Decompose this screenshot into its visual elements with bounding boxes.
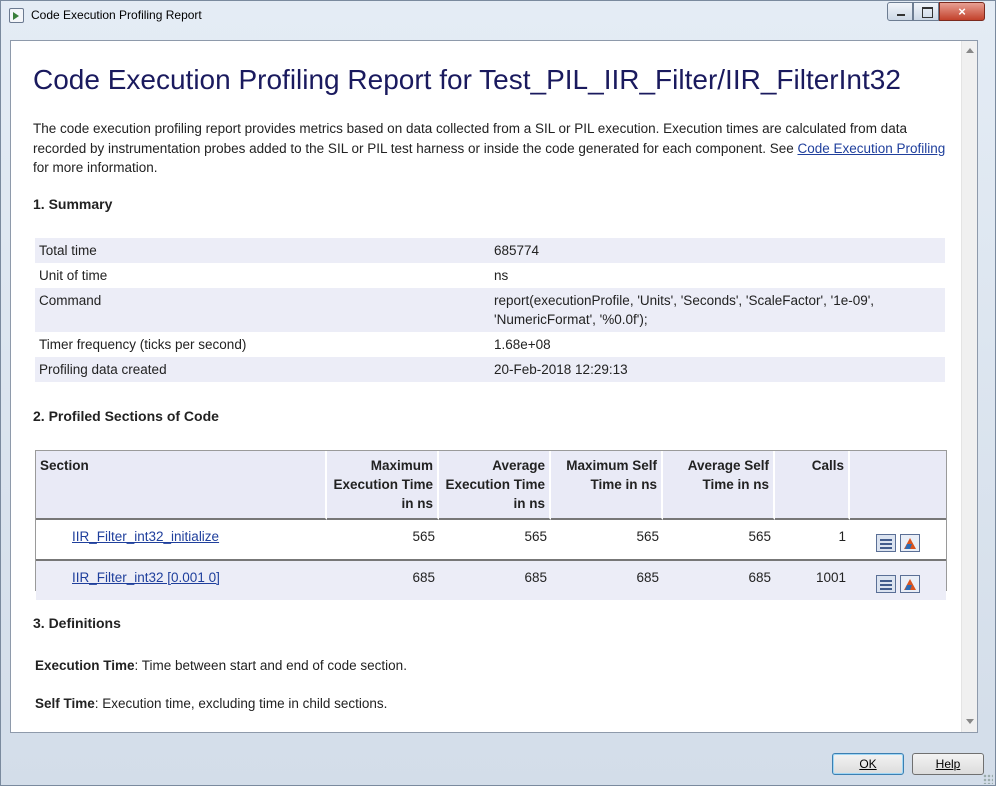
summary-row: Total time 685774 — [35, 238, 945, 263]
minimize-button[interactable] — [887, 2, 913, 21]
summary-value: 1.68e+08 — [494, 337, 551, 352]
summary-value: 20-Feb-2018 12:29:13 — [490, 357, 945, 382]
summary-value: ns — [494, 268, 509, 283]
avg-exec-time-cell: 685 — [439, 561, 551, 600]
help-button[interactable]: Help — [912, 753, 984, 775]
avg-self-time-cell: 565 — [663, 520, 775, 561]
definition-execution-time: Execution Time: Time between start and e… — [35, 658, 407, 673]
actions-cell — [850, 520, 946, 561]
intro-paragraph: The code execution profiling report prov… — [33, 119, 953, 178]
avg-self-time-cell: 685 — [663, 561, 775, 600]
code-execution-profiling-link[interactable]: Code Execution Profiling — [797, 141, 945, 156]
scroll-down-arrow-icon[interactable] — [966, 719, 974, 724]
matlab-command-icon[interactable] — [900, 534, 920, 552]
column-header-max-exec-time: Maximum Execution Time in ns — [327, 451, 439, 520]
summary-value: 685774 — [490, 238, 945, 263]
section-link[interactable]: IIR_Filter_int32 [0.001 0] — [72, 570, 220, 585]
summary-table: Total time 685774 Unit of time ns Comman… — [35, 238, 945, 382]
definition-term: Self Time — [35, 696, 95, 711]
column-header-section: Section — [36, 451, 327, 520]
summary-label: Timer frequency (ticks per second) — [39, 337, 247, 352]
table-row: IIR_Filter_int32 [0.001 0] 685 685 685 6… — [36, 561, 946, 600]
summary-row: Profiling data created 20-Feb-2018 12:29… — [35, 357, 945, 382]
report-window: Code Execution Profiling Report × Code E… — [0, 0, 996, 786]
summary-row: Unit of time ns — [35, 263, 945, 288]
definition-self-time: Self Time: Execution time, excluding tim… — [35, 696, 387, 711]
max-exec-time-cell: 685 — [327, 561, 439, 600]
app-icon — [9, 8, 24, 23]
report-panel: Code Execution Profiling Report for Test… — [10, 40, 978, 733]
section-link[interactable]: IIR_Filter_int32_initialize — [72, 529, 219, 544]
summary-label: Command — [35, 288, 490, 332]
max-self-time-cell: 685 — [551, 561, 663, 600]
matlab-command-icon[interactable] — [900, 575, 920, 593]
section-cell: IIR_Filter_int32_initialize — [36, 520, 327, 561]
close-button[interactable]: × — [939, 2, 985, 21]
title-bar: Code Execution Profiling Report × — [1, 1, 995, 31]
definition-text: : Execution time, excluding time in chil… — [94, 696, 388, 711]
resize-grip-icon[interactable] — [983, 774, 993, 784]
report-document: Code Execution Profiling Report for Test… — [11, 41, 961, 732]
column-header-avg-exec-time: Average Execution Time in ns — [439, 451, 551, 520]
calls-cell: 1 — [775, 520, 850, 561]
definition-term: Execution Time — [35, 658, 135, 673]
summary-row: Command report(executionProfile, 'Units'… — [35, 288, 945, 332]
profiled-sections-table-frame: Section Maximum Execution Time in ns Ave… — [35, 450, 947, 600]
action-icons — [854, 527, 942, 552]
view-code-icon[interactable] — [876, 575, 896, 593]
close-icon: × — [958, 4, 966, 19]
definitions-heading: 3. Definitions — [33, 615, 121, 631]
table-header-row: Section Maximum Execution Time in ns Ave… — [36, 451, 946, 520]
summary-label: Unit of time — [39, 268, 108, 283]
calls-cell: 1001 — [775, 561, 850, 600]
max-self-time-cell: 565 — [551, 520, 663, 561]
definition-text: : Time between start and end of code sec… — [134, 658, 407, 673]
column-header-actions — [850, 451, 946, 520]
section-cell: IIR_Filter_int32 [0.001 0] — [36, 561, 327, 600]
max-exec-time-cell: 565 — [327, 520, 439, 561]
table-row: IIR_Filter_int32_initialize 565 565 565 … — [36, 520, 946, 561]
summary-row: Timer frequency (ticks per second) 1.68e… — [35, 332, 945, 357]
scroll-up-arrow-icon[interactable] — [966, 48, 974, 53]
actions-cell — [850, 561, 946, 600]
view-code-icon[interactable] — [876, 534, 896, 552]
profiled-sections-heading: 2. Profiled Sections of Code — [33, 408, 219, 424]
column-header-calls: Calls — [775, 451, 850, 520]
intro-tail: for more information. — [33, 160, 158, 175]
vertical-scrollbar[interactable] — [961, 41, 977, 732]
column-header-avg-self-time: Average Self Time in ns — [663, 451, 775, 520]
window-title: Code Execution Profiling Report — [31, 8, 202, 22]
ok-button[interactable]: OK — [832, 753, 904, 775]
column-header-max-self-time: Maximum Self Time in ns — [551, 451, 663, 520]
avg-exec-time-cell: 565 — [439, 520, 551, 561]
summary-value: report(executionProfile, 'Units', 'Secon… — [490, 288, 945, 332]
report-title: Code Execution Profiling Report for Test… — [33, 64, 901, 95]
summary-label: Profiling data created — [35, 357, 490, 382]
summary-heading: 1. Summary — [33, 196, 113, 212]
summary-label: Total time — [35, 238, 490, 263]
maximize-button[interactable] — [913, 2, 939, 21]
action-icons — [854, 568, 942, 593]
intro-text: The code execution profiling report prov… — [33, 121, 907, 156]
profiled-sections-table: Section Maximum Execution Time in ns Ave… — [36, 451, 946, 600]
